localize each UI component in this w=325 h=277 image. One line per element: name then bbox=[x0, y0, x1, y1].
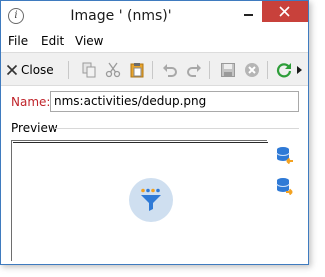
cancel-icon[interactable] bbox=[244, 62, 260, 78]
save-icon[interactable] bbox=[220, 62, 236, 78]
preview-frame bbox=[13, 142, 268, 262]
window-title: Image ' (nms)' bbox=[70, 8, 172, 24]
preview-divider bbox=[55, 128, 299, 129]
cut-icon[interactable] bbox=[105, 62, 121, 78]
title-bar[interactable]: i Image ' (nms)' bbox=[1, 1, 308, 31]
minimize-button[interactable] bbox=[235, 2, 262, 22]
image-dialog-window: i Image ' (nms)' File Edit View Close Na… bbox=[0, 0, 309, 265]
dedup-image-preview bbox=[129, 178, 173, 222]
redo-icon[interactable] bbox=[186, 62, 202, 78]
menu-bar: File Edit View bbox=[1, 31, 308, 51]
close-icon bbox=[6, 64, 18, 76]
close-button-label: Close bbox=[21, 63, 54, 77]
name-label: Name: bbox=[11, 95, 51, 109]
menu-file[interactable]: File bbox=[8, 34, 28, 48]
name-row: Name: nms:activities/dedup.png bbox=[1, 90, 308, 114]
name-input[interactable]: nms:activities/dedup.png bbox=[50, 91, 299, 112]
overflow-arrow-icon[interactable] bbox=[297, 66, 302, 74]
paste-icon[interactable] bbox=[129, 62, 145, 78]
export-to-database-icon[interactable] bbox=[276, 177, 294, 195]
minimize-icon bbox=[244, 14, 253, 16]
dedup-funnel-icon bbox=[141, 188, 161, 211]
close-x-icon bbox=[279, 6, 290, 17]
preview-label: Preview bbox=[11, 121, 58, 135]
toolbar: Close bbox=[1, 52, 308, 86]
menu-edit[interactable]: Edit bbox=[41, 34, 64, 48]
toolbar-separator bbox=[68, 61, 69, 79]
toolbar-separator bbox=[209, 61, 210, 79]
toolbar-separator bbox=[152, 61, 153, 79]
refresh-icon[interactable] bbox=[276, 62, 292, 78]
menu-view[interactable]: View bbox=[75, 34, 103, 48]
undo-icon[interactable] bbox=[162, 62, 178, 78]
close-button[interactable]: Close bbox=[6, 61, 54, 79]
import-from-database-icon[interactable] bbox=[276, 146, 294, 164]
toolbar-separator bbox=[267, 61, 268, 79]
window-close-button[interactable] bbox=[262, 1, 308, 22]
preview-area bbox=[11, 140, 268, 262]
copy-icon[interactable] bbox=[81, 62, 97, 78]
